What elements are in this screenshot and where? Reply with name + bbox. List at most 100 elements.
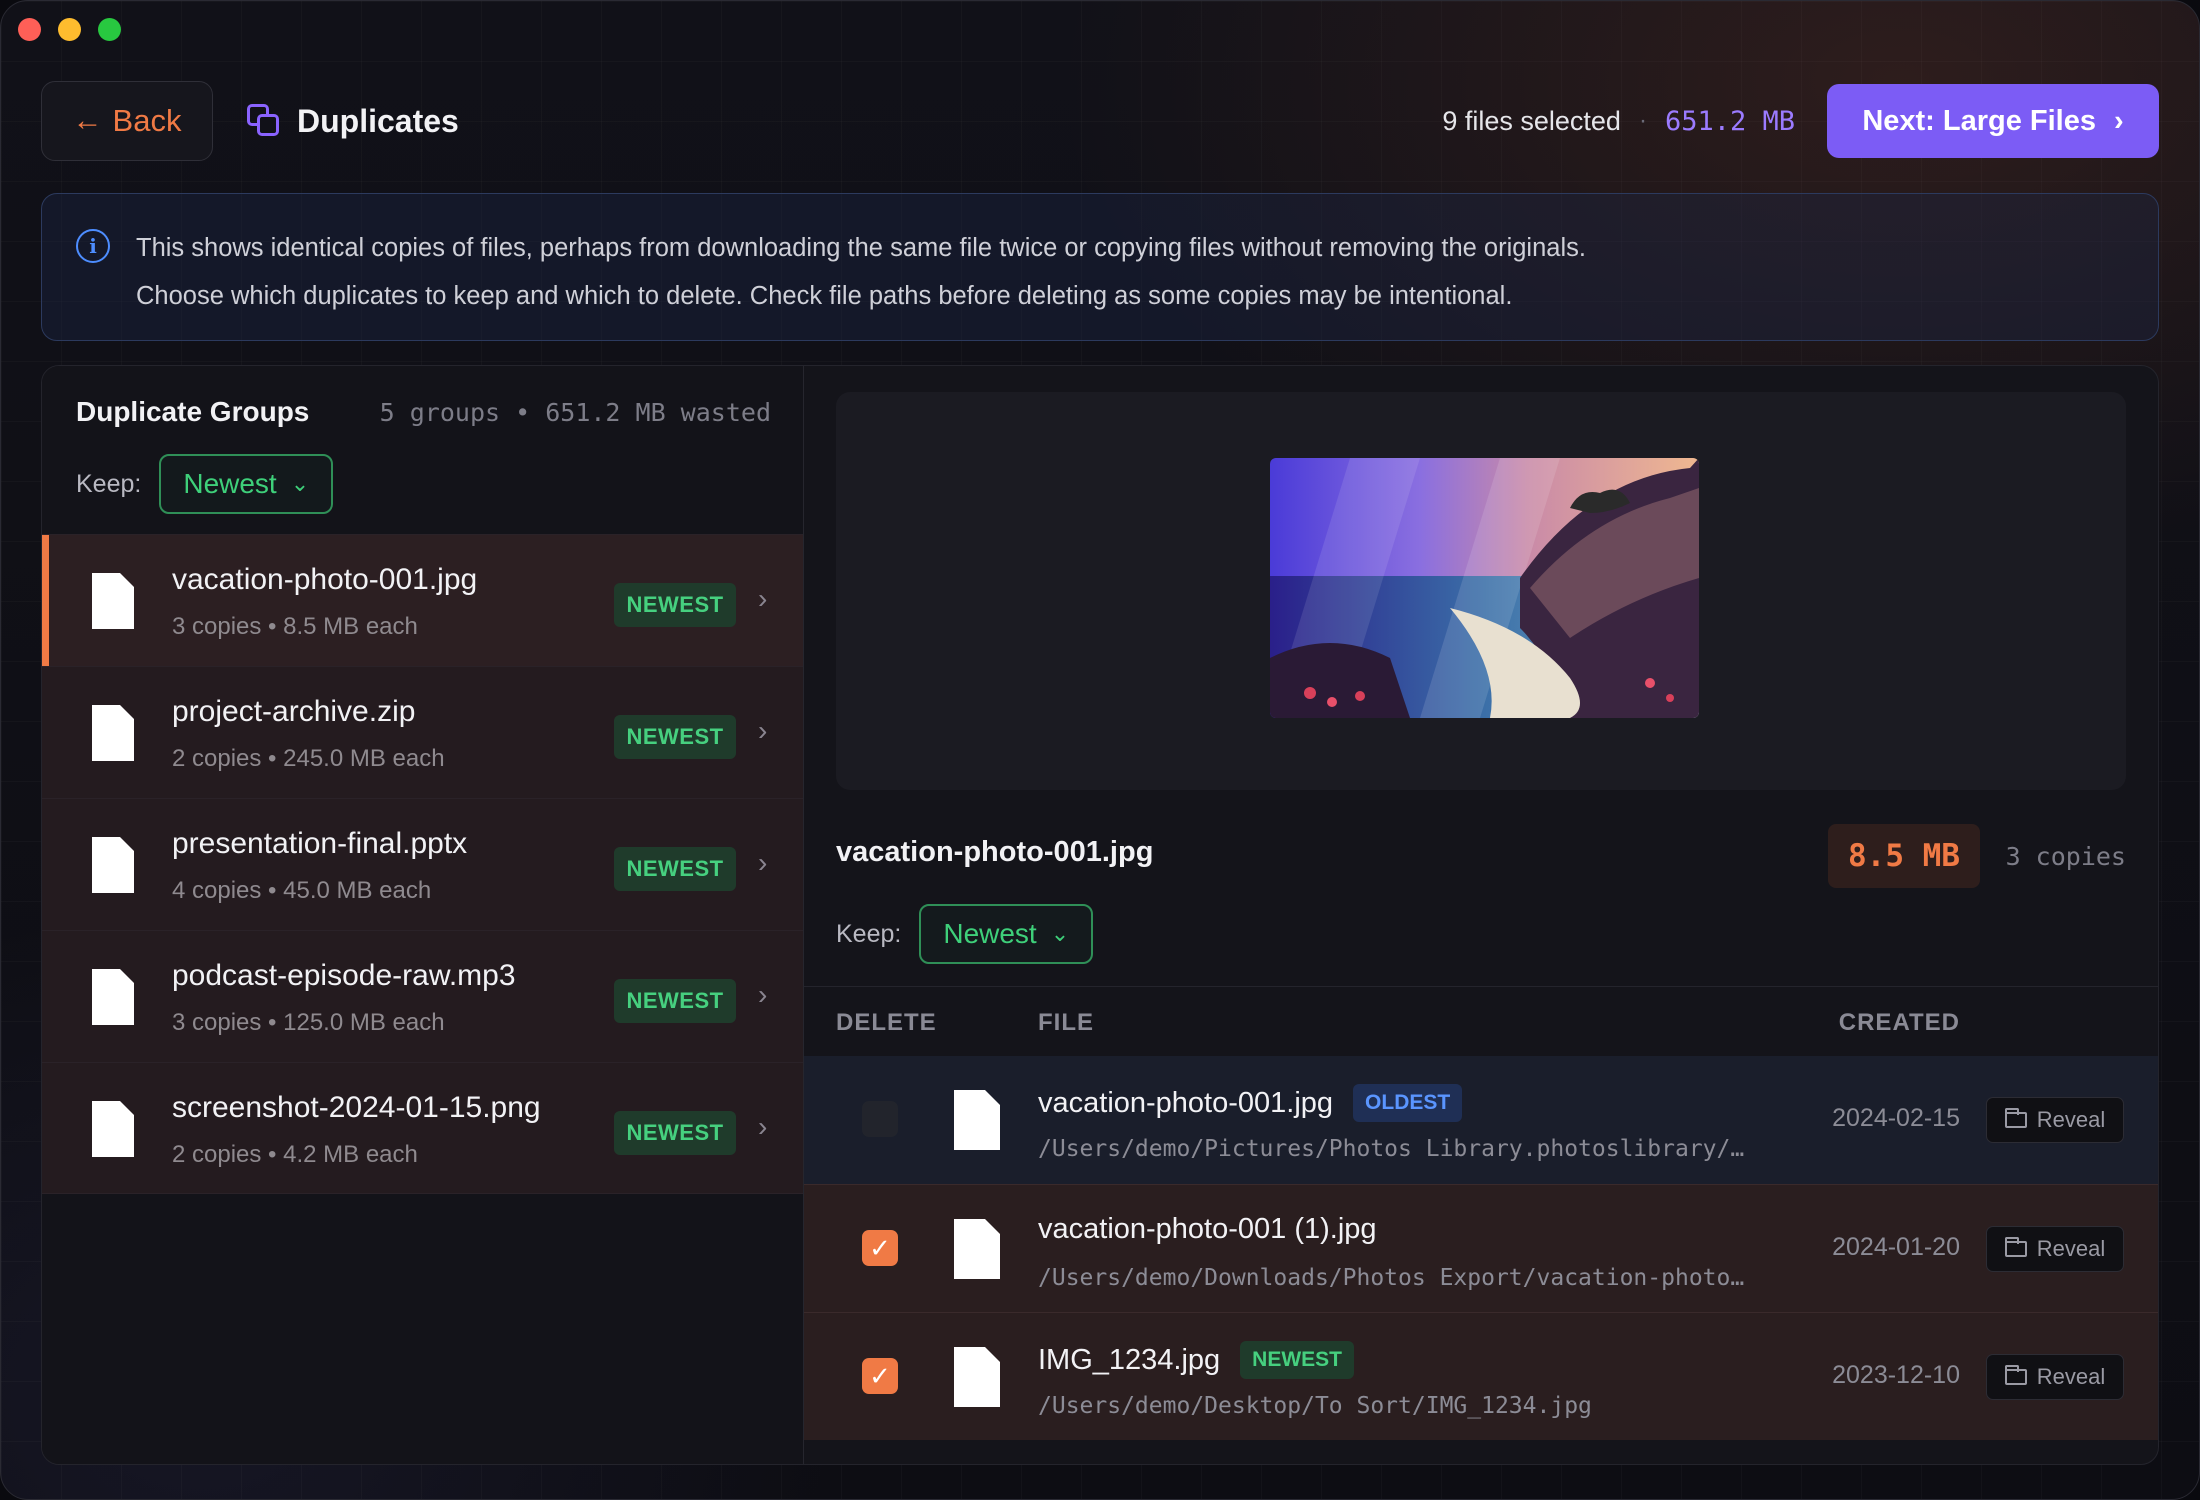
info-icon: i [76,229,110,263]
file-icon [92,969,134,1025]
newest-badge: NEWEST [1240,1341,1355,1379]
newest-badge: NEWEST [614,847,736,891]
keep-label: Keep: [836,919,902,948]
keep-select-value: Newest [183,468,277,499]
table-row: ✓ vacation-photo-001 (1).jpg /Users/demo… [804,1184,2158,1312]
detail-keep-row: Keep: Newest ⌄ [836,904,1094,964]
preview-thumbnail [1270,458,1699,718]
group-name: screenshot-2024-01-15.png [172,1091,541,1124]
reveal-label: Reveal [2036,1107,2106,1132]
folder-icon [2004,1108,2027,1128]
copies-table-header: DELETE FILE CREATED [804,986,2158,1056]
image-preview [836,392,2126,790]
group-meta: 3 copies • 125.0 MB each [172,1009,445,1036]
delete-checkbox[interactable]: ✓ [862,1230,898,1266]
close-window-button[interactable] [18,18,41,41]
next-large-files-button[interactable]: Next: Large Files › [1827,84,2159,158]
info-text-line-1: This shows identical copies of files, pe… [136,234,1586,262]
chevron-right-icon: › [758,1111,768,1142]
group-name: podcast-episode-raw.mp3 [172,959,516,992]
group-item[interactable]: podcast-episode-raw.mp3 3 copies • 125.0… [42,930,803,1062]
duplicate-icon [247,104,281,138]
file-icon [954,1347,1000,1407]
newest-badge: NEWEST [614,979,736,1023]
group-meta: 3 copies • 8.5 MB each [172,613,418,640]
file-icon [92,705,134,761]
chevron-down-icon: ⌄ [290,471,310,496]
keep-label: Keep: [76,469,142,498]
folder-icon [2004,1237,2027,1257]
info-text-line-2: Choose which duplicates to keep and whic… [136,282,1513,310]
minimize-window-button[interactable] [58,18,81,41]
group-meta: 2 copies • 4.2 MB each [172,1141,418,1168]
copy-created-date: 2023-12-10 [1832,1361,1960,1389]
check-icon: ✓ [869,1360,891,1391]
copy-created-date: 2024-02-15 [1832,1104,1960,1132]
chevron-right-icon: › [758,979,768,1010]
file-icon [92,837,134,893]
title-group: Duplicates [247,103,459,140]
delete-checkbox[interactable] [862,1101,898,1137]
keep-select-value: Newest [943,918,1037,949]
copy-file-path: /Users/demo/Desktop/To Sort/IMG_1234.jpg [1038,1393,1592,1419]
copy-file-path: /Users/demo/Downloads/Photos Export/vaca… [1038,1265,1745,1291]
group-item[interactable]: presentation-final.pptx 4 copies • 45.0 … [42,798,803,930]
selected-count: 9 files selected [1442,105,1621,136]
chevron-right-icon: › [758,715,768,746]
chevron-right-icon: › [758,583,768,614]
copy-created-date: 2024-01-20 [1832,1233,1960,1261]
detail-file-name: vacation-photo-001.jpg [836,836,1154,868]
file-icon [92,573,134,629]
reveal-label: Reveal [2036,1236,2106,1261]
app-window: ← Back Duplicates 9 files selected · 651… [0,0,2200,1500]
copy-file-name: vacation-photo-001.jpg [1038,1086,1334,1119]
oldest-badge: OLDEST [1353,1084,1463,1122]
copy-name-group: vacation-photo-001.jpg OLDEST [1038,1084,1463,1122]
duplicate-groups-panel: Duplicate Groups 5 groups • 651.2 MB was… [42,366,804,1464]
main-panel: Duplicate Groups 5 groups • 651.2 MB was… [41,365,2159,1465]
reveal-button[interactable]: Reveal [1986,1226,2124,1272]
keep-select[interactable]: Newest ⌄ [159,454,334,514]
group-item[interactable]: screenshot-2024-01-15.png 2 copies • 4.2… [42,1062,803,1194]
chevron-down-icon: ⌄ [1050,921,1070,946]
delete-checkbox[interactable]: ✓ [862,1358,898,1394]
group-meta: 4 copies • 45.0 MB each [172,877,432,904]
separator-dot: · [1638,107,1647,134]
back-label: Back [112,103,182,138]
top-bar: ← Back Duplicates 9 files selected · 651… [41,81,2159,161]
reveal-label: Reveal [2036,1364,2106,1389]
groups-header: Duplicate Groups 5 groups • 651.2 MB was… [42,366,803,534]
copy-name-group: vacation-photo-001 (1).jpg [1038,1213,1377,1246]
check-icon: ✓ [869,1232,891,1263]
arrow-left-icon: ← [72,104,103,137]
detail-copies: 3 copies [2005,842,2126,871]
groups-meta: 5 groups • 651.2 MB wasted [379,398,771,427]
reveal-button[interactable]: Reveal [1986,1354,2124,1400]
copy-file-name: IMG_1234.jpg [1038,1343,1221,1376]
zoom-window-button[interactable] [98,18,121,41]
back-button[interactable]: ← Back [41,81,213,161]
group-item[interactable]: vacation-photo-001.jpg 3 copies • 8.5 MB… [42,534,803,666]
newest-badge: NEWEST [614,715,736,759]
copy-file-path: /Users/demo/Pictures/Photos Library.phot… [1038,1136,1745,1162]
reveal-button[interactable]: Reveal [1986,1097,2124,1143]
chevron-right-icon: › [758,847,768,878]
page-title: Duplicates [297,102,459,139]
copy-file-name: vacation-photo-001 (1).jpg [1038,1213,1377,1245]
file-icon [954,1090,1000,1150]
table-row: vacation-photo-001.jpg OLDEST /Users/dem… [804,1056,2158,1184]
detail-keep-select[interactable]: Newest ⌄ [919,904,1094,964]
selection-summary: 9 files selected · 651.2 MB Next: Large … [1442,84,2159,158]
group-item[interactable]: project-archive.zip 2 copies • 245.0 MB … [42,666,803,798]
file-icon [954,1219,1000,1279]
next-label: Next: Large Files [1862,104,2096,137]
column-delete: DELETE [836,1009,937,1036]
group-name: presentation-final.pptx [172,827,468,860]
window-controls [18,18,121,41]
newest-badge: NEWEST [614,583,736,627]
group-detail-panel: vacation-photo-001.jpg 8.5 MB 3 copies K… [804,366,2158,1464]
file-icon [92,1101,134,1157]
keep-row: Keep: Newest ⌄ [76,454,771,514]
table-row: ✓ IMG_1234.jpg NEWEST /Users/demo/Deskto… [804,1312,2158,1440]
newest-badge: NEWEST [614,1111,736,1155]
